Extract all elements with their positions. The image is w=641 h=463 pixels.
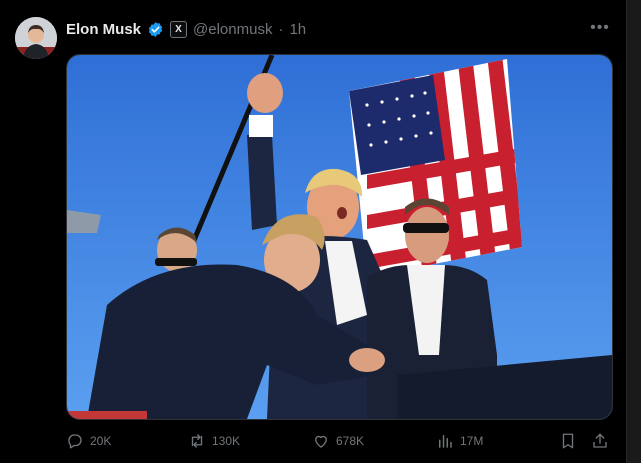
- reply-button[interactable]: 20K: [66, 430, 111, 452]
- reply-count: 20K: [90, 434, 112, 448]
- more-icon[interactable]: •••: [590, 18, 610, 38]
- tweet-actions-bar: 20K 130K 678K 17M: [66, 430, 611, 452]
- repost-count: 130K: [212, 434, 241, 448]
- bookmark-button[interactable]: [559, 430, 577, 452]
- share-icon: [593, 433, 607, 448]
- verified-badge-icon: [147, 21, 164, 38]
- separator-dot: ·: [278, 20, 284, 38]
- scrollbar[interactable]: [626, 0, 641, 463]
- like-button[interactable]: 678K: [312, 430, 364, 452]
- author-handle[interactable]: @elonmusk: [193, 21, 272, 38]
- like-icon: [315, 435, 327, 448]
- views-count: 17M: [460, 434, 484, 448]
- like-count: 678K: [336, 434, 365, 448]
- author-avatar[interactable]: [15, 17, 57, 59]
- bookmark-icon: [562, 433, 574, 449]
- tweet-photo[interactable]: [66, 54, 613, 420]
- repost-button[interactable]: 130K: [188, 430, 240, 452]
- tweet-timestamp[interactable]: 1h: [289, 21, 306, 38]
- author-name[interactable]: Elon Musk: [66, 21, 141, 38]
- tweet-header: Elon Musk X @elonmusk · 1h: [66, 20, 306, 38]
- share-button[interactable]: [591, 430, 609, 452]
- repost-icon: [191, 434, 203, 448]
- views-icon: [439, 435, 452, 448]
- tweet-card: Elon Musk X @elonmusk · 1h ••• 20K 130K …: [0, 0, 627, 463]
- reply-icon: [68, 434, 82, 449]
- views-button[interactable]: 17M: [436, 430, 483, 452]
- x-affiliate-badge: X: [170, 20, 188, 38]
